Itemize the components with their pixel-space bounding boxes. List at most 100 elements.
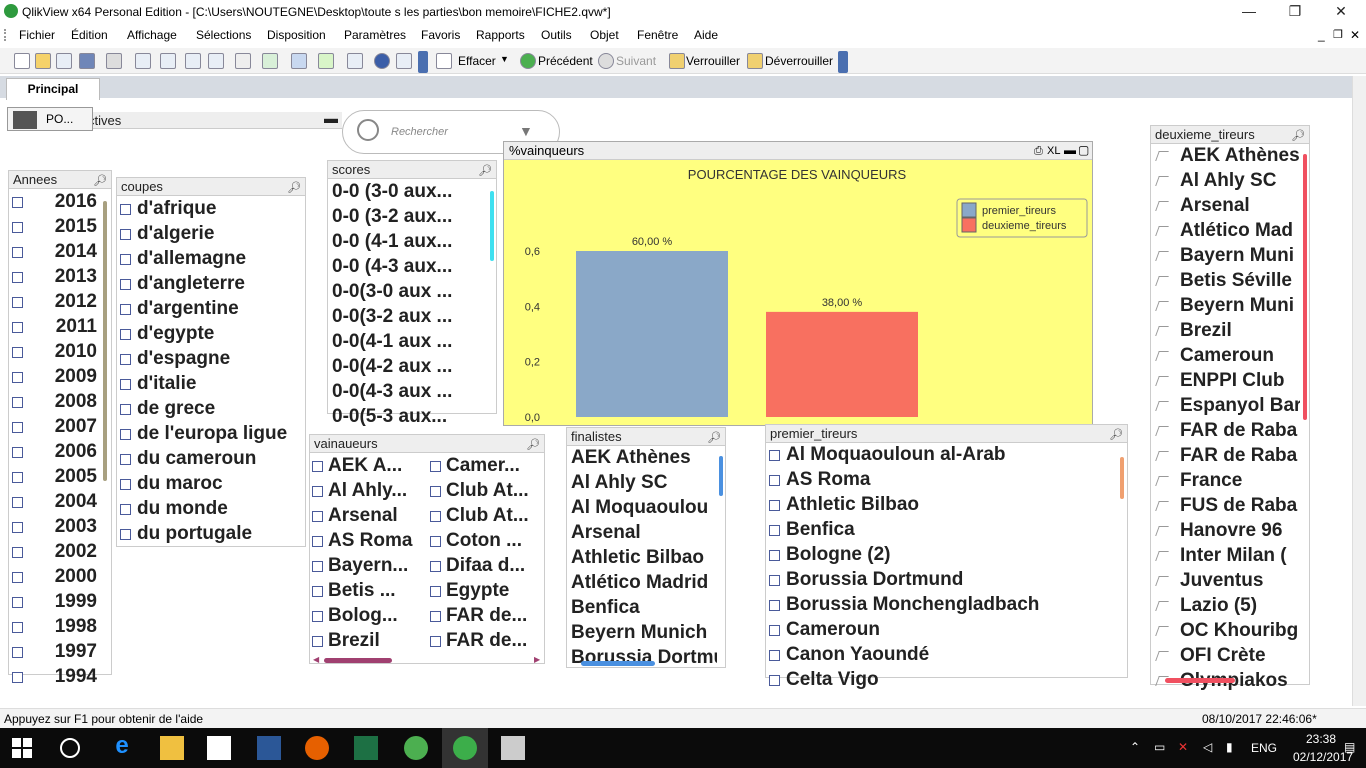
deuxieme-tireurs-checkbox[interactable]: [1155, 376, 1169, 386]
deuxieme-tireurs-item[interactable]: FAR de Raba: [1180, 445, 1300, 467]
coupes-item[interactable]: de l'europa ligue: [137, 423, 305, 445]
deuxieme-tireurs-item[interactable]: Espanyol Bar: [1180, 395, 1300, 417]
premier-tireurs-item[interactable]: Cameroun: [786, 619, 1116, 641]
scores-item[interactable]: 0-0 (3-2 aux...: [332, 206, 482, 228]
favorite-star-icon[interactable]: [318, 53, 334, 69]
coupes-item[interactable]: d'afrique: [137, 198, 305, 220]
properties-icon[interactable]: [347, 53, 363, 69]
coupes-item[interactable]: de grece: [137, 398, 305, 420]
close-button[interactable]: ✕: [1318, 0, 1364, 24]
annees-item[interactable]: 2013: [45, 266, 97, 288]
scores-item[interactable]: 0-0(3-0 aux ...: [332, 281, 482, 303]
deuxieme-tireurs-checkbox[interactable]: [1155, 301, 1169, 311]
annees-item[interactable]: 2003: [45, 516, 97, 538]
premier-tireurs-item[interactable]: Bologne (2): [786, 544, 1116, 566]
premier-tireurs-search-icon[interactable]: 🔎︎: [1109, 427, 1123, 444]
annees-item[interactable]: 2008: [45, 391, 97, 413]
deuxieme-tireurs-checkbox[interactable]: [1155, 151, 1169, 161]
maximize-chart-icon[interactable]: ▢: [1078, 142, 1089, 159]
excel-export-button[interactable]: XL: [1047, 143, 1060, 160]
annees-checkbox[interactable]: [12, 347, 23, 358]
vainqueurs-checkbox[interactable]: [430, 536, 441, 547]
premier-tireurs-checkbox[interactable]: [769, 475, 780, 486]
reload-script-icon[interactable]: [160, 53, 176, 69]
show-hidden-icons-icon[interactable]: ⌃: [1130, 740, 1140, 754]
scores-item[interactable]: 0-0 (4-1 aux...: [332, 231, 482, 253]
deuxieme-tireurs-checkbox[interactable]: [1155, 401, 1169, 411]
menu-selections[interactable]: Sélections: [196, 28, 251, 42]
deuxieme-tireurs-checkbox[interactable]: [1155, 476, 1169, 486]
deuxieme-tireurs-checkbox[interactable]: [1155, 651, 1169, 661]
deuxieme-tireurs-item[interactable]: Arsenal: [1180, 195, 1300, 217]
deuxieme-tireurs-item[interactable]: OC Khouribg: [1180, 620, 1300, 642]
undo-icon[interactable]: [185, 53, 201, 69]
premier-tireurs-item[interactable]: AS Roma: [786, 469, 1116, 491]
premier-tireurs-item[interactable]: Borussia Dortmund: [786, 569, 1116, 591]
deuxieme-tireurs-checkbox[interactable]: [1155, 526, 1169, 536]
network-icon[interactable]: ✕: [1178, 740, 1188, 754]
vainqueurs-item[interactable]: Difaa d...: [446, 555, 542, 577]
annees-checkbox[interactable]: [12, 272, 23, 283]
annees-search-icon[interactable]: 🔎︎: [93, 173, 107, 190]
toolbar-overflow-icon[interactable]: [418, 51, 428, 73]
photos-icon[interactable]: [501, 736, 525, 760]
vainqueurs-checkbox[interactable]: [312, 461, 323, 472]
premier-tireurs-checkbox[interactable]: [769, 625, 780, 636]
coupes-checkbox[interactable]: [120, 229, 131, 240]
lock-button[interactable]: Verrouiller: [686, 54, 740, 68]
vainqueurs-checkbox[interactable]: [430, 561, 441, 572]
menu-edition[interactable]: Édition: [71, 28, 108, 42]
deuxieme-tireurs-item[interactable]: Cameroun: [1180, 345, 1300, 367]
deuxieme-tireurs-hscrollbar[interactable]: [1165, 678, 1235, 683]
premier-tireurs-item[interactable]: Borussia Monchengladbach: [786, 594, 1116, 616]
coupes-item[interactable]: d'angleterre: [137, 273, 305, 295]
vainqueurs-item[interactable]: Bolog...: [328, 605, 420, 627]
clear-button[interactable]: Effacer: [458, 54, 496, 68]
annees-checkbox[interactable]: [12, 322, 23, 333]
mdi-close-button[interactable]: ✕: [1350, 28, 1360, 42]
annees-item[interactable]: 2015: [45, 216, 97, 238]
coupes-item[interactable]: du monde: [137, 498, 305, 520]
print-chart-icon[interactable]: ⎙: [1034, 143, 1043, 160]
clear-dropdown-icon[interactable]: ▼: [500, 54, 509, 64]
coupes-checkbox[interactable]: [120, 479, 131, 490]
coupes-checkbox[interactable]: [120, 529, 131, 540]
coupes-checkbox[interactable]: [120, 279, 131, 290]
print-icon[interactable]: [106, 53, 122, 69]
finalistes-item[interactable]: AEK Athènes: [571, 447, 717, 469]
annees-item[interactable]: 2005: [45, 466, 97, 488]
finalistes-item[interactable]: Benfica: [571, 597, 717, 619]
deuxieme-tireurs-item[interactable]: Al Ahly SC: [1180, 170, 1300, 192]
deuxieme-tireurs-item[interactable]: Brezil: [1180, 320, 1300, 342]
open-folder-icon[interactable]: [35, 53, 51, 69]
premier-tireurs-item[interactable]: Benfica: [786, 519, 1116, 541]
bar-premier_tireurs[interactable]: [576, 251, 728, 417]
annees-item[interactable]: 2010: [45, 341, 97, 363]
premier-tireurs-item[interactable]: Athletic Bilbao: [786, 494, 1116, 516]
scores-item[interactable]: 0-0(5-3 aux...: [332, 406, 482, 428]
annees-item[interactable]: 1999: [45, 591, 97, 613]
menu-affichage[interactable]: Affichage: [127, 28, 177, 42]
vainqueurs-item[interactable]: Betis ...: [328, 580, 420, 602]
annees-checkbox[interactable]: [12, 222, 23, 233]
premier-tireurs-item[interactable]: Canon Yaoundé: [786, 644, 1116, 666]
vainqueurs-scroll-right-icon[interactable]: ▶: [534, 655, 540, 664]
coupes-item[interactable]: d'algerie: [137, 223, 305, 245]
save-icon[interactable]: [79, 53, 95, 69]
whats-this-help-icon[interactable]: [396, 53, 412, 69]
unlock-button[interactable]: Déverrouiller: [765, 54, 833, 68]
deuxieme-tireurs-item[interactable]: Inter Milan (: [1180, 545, 1300, 567]
deuxieme-tireurs-item[interactable]: Juventus: [1180, 570, 1300, 592]
coupes-checkbox[interactable]: [120, 204, 131, 215]
deuxieme-tireurs-checkbox[interactable]: [1155, 501, 1169, 511]
vainqueurs-scroll-left-icon[interactable]: ◀: [313, 655, 319, 664]
vainqueurs-item[interactable]: Arsenal: [328, 505, 420, 527]
help-icon[interactable]: [374, 53, 390, 69]
menu-outils[interactable]: Outils: [541, 28, 572, 42]
vainqueurs-search-icon[interactable]: 🔎︎: [526, 437, 540, 454]
deuxieme-tireurs-item[interactable]: Betis Séville: [1180, 270, 1300, 292]
deuxieme-tireurs-item[interactable]: France: [1180, 470, 1300, 492]
previous-button[interactable]: Précédent: [538, 54, 593, 68]
mdi-minimize-button[interactable]: _: [1318, 28, 1325, 42]
premier-tireurs-scrollbar[interactable]: [1120, 457, 1124, 499]
